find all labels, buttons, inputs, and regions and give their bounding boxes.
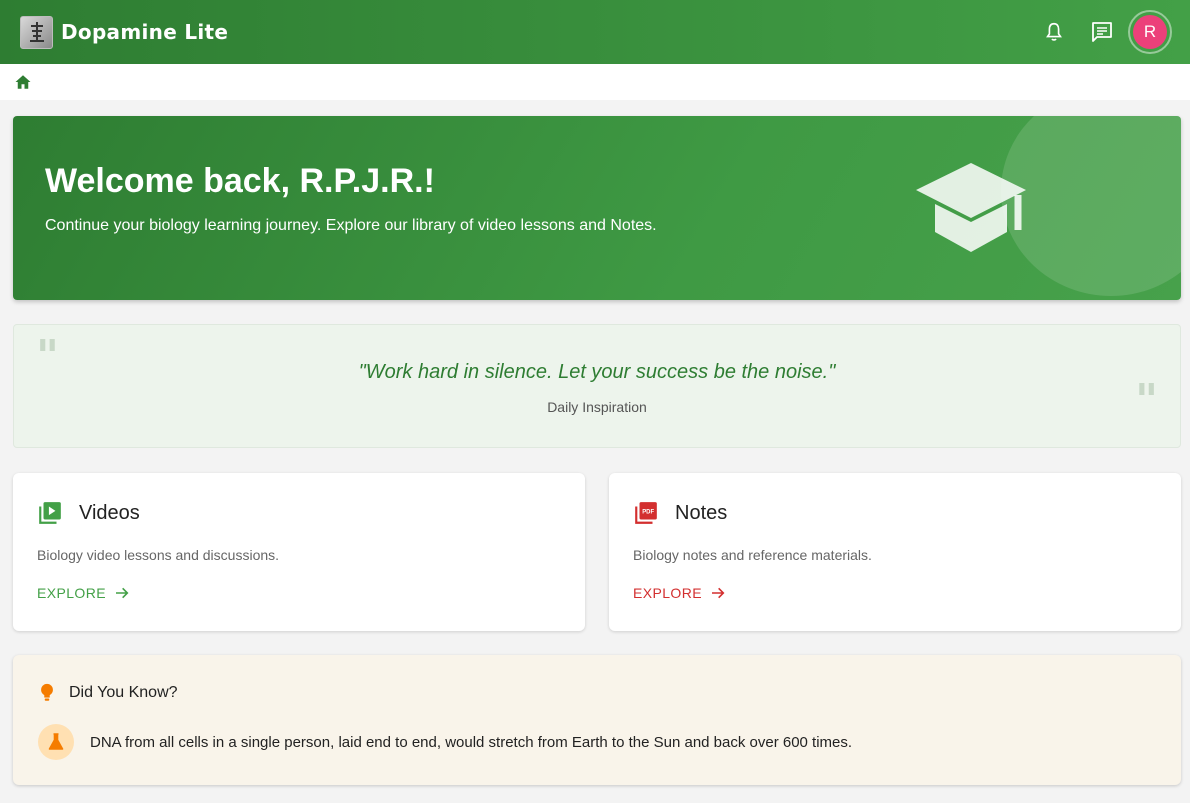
- notes-explore-label: EXPLORE: [633, 585, 702, 601]
- message-icon: [1092, 22, 1112, 42]
- arrow-right-icon: [711, 587, 725, 599]
- notes-card-description: Biology notes and reference materials.: [633, 547, 872, 563]
- app-logo[interactable]: [20, 15, 53, 49]
- fact-text: DNA from all cells in a single person, l…: [90, 733, 853, 751]
- videos-card-title: Videos: [79, 501, 140, 524]
- videos-card-header: Videos: [37, 500, 140, 526]
- did-you-know-header: Did You Know?: [39, 683, 178, 703]
- welcome-banner: Welcome back, R.P.J.R.! Continue your bi…: [13, 116, 1181, 300]
- app-bar: Dopamine Lite R: [0, 0, 1190, 64]
- notes-card-header: PDF Notes: [633, 500, 727, 526]
- appbar-actions: R: [1028, 10, 1172, 54]
- svg-text:PDF: PDF: [642, 510, 654, 516]
- fact-row: DNA from all cells in a single person, l…: [38, 724, 852, 760]
- flask-icon: [48, 733, 64, 750]
- welcome-subtitle: Continue your biology learning journey. …: [45, 217, 657, 234]
- app-title[interactable]: Dopamine Lite: [61, 20, 228, 44]
- fact-badge: [38, 724, 74, 760]
- videos-explore-label: EXPLORE: [37, 585, 106, 601]
- avatar: R: [1133, 15, 1167, 49]
- quote-text: "Work hard in silence. Let your success …: [358, 361, 836, 383]
- welcome-title: Welcome back, R.P.J.R.!: [45, 162, 435, 200]
- messages-button[interactable]: [1080, 10, 1124, 54]
- videos-explore-link[interactable]: EXPLORE: [37, 585, 130, 601]
- arrow-right-icon: [115, 587, 129, 599]
- graduation-cap-icon: [916, 163, 1026, 252]
- video-library-icon: [39, 502, 61, 524]
- quote-caption: Daily Inspiration: [547, 399, 647, 415]
- videos-card[interactable]: Videos Biology video lessons and discuss…: [13, 473, 585, 631]
- bell-icon: [1046, 22, 1062, 41]
- notifications-button[interactable]: [1032, 10, 1076, 54]
- daily-quote-card: " "Work hard in silence. Let your succes…: [13, 324, 1181, 448]
- videos-card-description: Biology video lessons and discussions.: [37, 547, 280, 563]
- user-avatar-button[interactable]: R: [1128, 10, 1172, 54]
- notes-card[interactable]: PDF Notes Biology notes and reference ma…: [609, 473, 1181, 631]
- close-quote-icon: ": [1135, 375, 1158, 426]
- breadcrumb: [0, 64, 1190, 100]
- notes-card-title: Notes: [675, 501, 728, 524]
- notes-explore-link[interactable]: EXPLORE: [633, 585, 726, 601]
- did-you-know-card: Did You Know? DNA from all cells in a si…: [13, 655, 1181, 785]
- pdf-icon: PDF: [635, 502, 657, 524]
- lightbulb-icon: [41, 683, 53, 701]
- home-icon[interactable]: [14, 73, 32, 91]
- did-you-know-title: Did You Know?: [69, 684, 178, 701]
